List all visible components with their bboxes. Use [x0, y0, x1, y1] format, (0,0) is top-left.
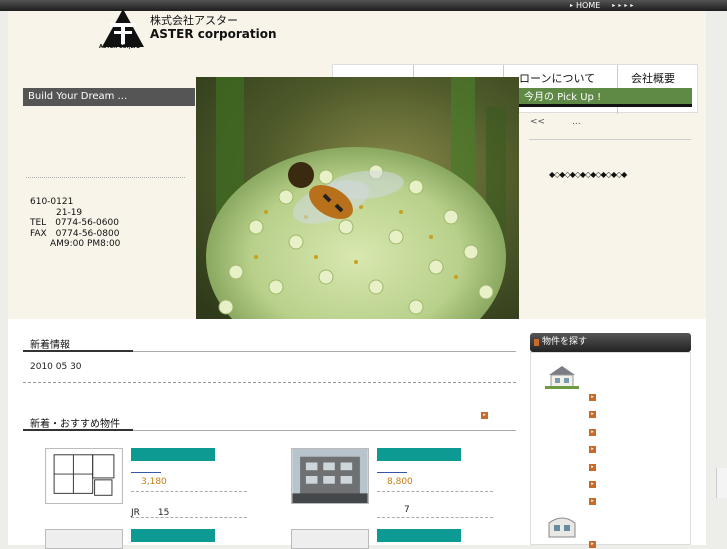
sidebar-link-4[interactable]: ▸ [589, 446, 596, 453]
card-price: 8,800 [387, 477, 413, 487]
card-info: 7 [404, 505, 410, 515]
news-title-underline [23, 350, 133, 352]
sidebar-link-2[interactable]: ▸ [589, 411, 596, 418]
nav-link-3[interactable]: ▸ [618, 2, 621, 9]
floorplan-image[interactable] [45, 448, 123, 504]
news-title-rule [133, 351, 516, 352]
card-divider-bottom [131, 517, 247, 518]
property-photo[interactable] [291, 448, 369, 504]
arrow-icon: ▸ [570, 2, 574, 9]
search-sidebar-title: 物件を探す [530, 333, 691, 352]
phone-number: TEL 0774-56-0600 [30, 218, 119, 228]
postal-code: 610-0121 [30, 197, 74, 207]
property-image-4[interactable] [291, 529, 369, 549]
dream-banner: Build Your Dream ... [23, 88, 195, 106]
news-title: 新着情報 [30, 340, 70, 351]
side-scroll-tab[interactable] [716, 468, 727, 498]
card-divider [377, 491, 493, 492]
recommend-more-button[interactable]: ▸ [481, 412, 488, 419]
news-date: 2010 05 30 [30, 362, 82, 372]
title-marker-icon [534, 339, 539, 346]
card-divider-bottom [377, 517, 493, 518]
nav-link-5[interactable]: ▸ [630, 2, 633, 9]
pickup-prev[interactable]: << [530, 117, 545, 127]
nav-link-2[interactable]: ▸ [612, 2, 615, 9]
contact-address: 610-0121 21-19 TEL 0774-56-0600 FAX 0774… [30, 197, 120, 250]
company-name-en: ASTER corporation [150, 27, 277, 41]
home-link[interactable]: HOME [576, 1, 600, 10]
property-image-3[interactable] [45, 529, 123, 549]
nav-link-4[interactable]: ▸ [624, 2, 627, 9]
card-divider [131, 491, 247, 492]
recommend-title-rule [133, 430, 516, 431]
sidebar-link-5[interactable]: ▸ [589, 464, 596, 471]
business-hours: AM9:00 PM8:00 [50, 239, 121, 249]
page-container: ASTER CO.,LTD 株式会社アスター ASTER corporation… [8, 9, 706, 549]
card-price: 3,180 [141, 477, 167, 487]
hero-photo [196, 77, 519, 319]
house-icon[interactable] [545, 363, 579, 389]
pickup-diamonds: ◆◇◆◇◆◇◆◇◆◇◆◇◆◇◆ [549, 170, 627, 179]
company-name-jp: 株式会社アスター [150, 14, 238, 27]
sidebar-link-3[interactable]: ▸ [589, 429, 596, 436]
card-title-bar-4 [377, 529, 461, 542]
street-number: 21-19 [56, 207, 83, 218]
pickup-divider [529, 139, 691, 140]
tab-loan[interactable]: ローンについて [519, 70, 595, 86]
sidebar-link-6[interactable]: ▸ [589, 481, 596, 488]
card-link[interactable] [377, 472, 407, 473]
news-divider [23, 382, 516, 383]
building-icon[interactable] [545, 513, 579, 539]
tab-company[interactable]: 会社概要 [631, 70, 675, 86]
recommend-title: 新着・おすすめ物件 [30, 419, 120, 430]
card-link[interactable] [131, 472, 161, 473]
pickup-nav: << ... [530, 117, 581, 127]
card-title-bar [377, 448, 461, 461]
top-nav: ▸ HOME ▸ ▸ ▸ ▸ [570, 0, 636, 11]
pickup-ellipsis: ... [571, 117, 581, 127]
card-title-bar [131, 448, 215, 461]
card-title-bar-3 [131, 529, 215, 542]
recommend-title-underline [23, 429, 133, 431]
fax-number: FAX 0774-56-0800 [30, 228, 120, 239]
pickup-banner: 今月の Pick Up ! [519, 88, 692, 107]
divider [26, 177, 185, 178]
logo-subtitle: ASTER CO.,LTD [99, 44, 141, 50]
sidebar-link-7[interactable]: ▸ [589, 498, 596, 505]
sidebar-link-1[interactable]: ▸ [589, 394, 596, 401]
